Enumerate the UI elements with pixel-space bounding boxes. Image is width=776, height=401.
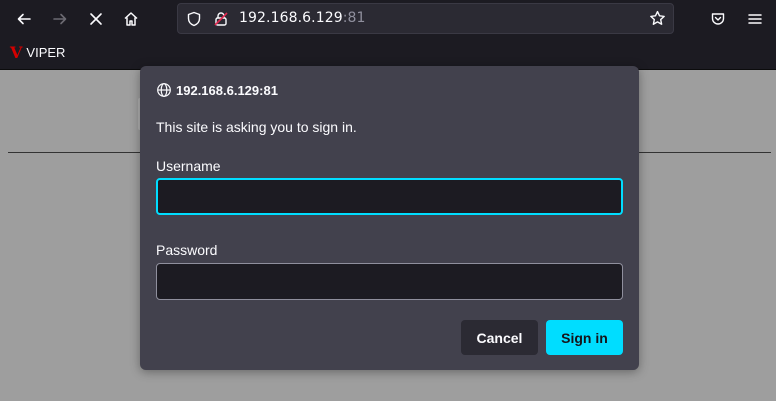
globe-icon xyxy=(157,83,171,97)
arrow-left-icon xyxy=(17,13,31,25)
star-icon[interactable] xyxy=(649,10,666,31)
username-input[interactable] xyxy=(156,178,623,215)
cancel-button[interactable]: Cancel xyxy=(461,320,538,355)
arrow-right-icon xyxy=(53,13,67,25)
menu-button[interactable] xyxy=(741,5,769,33)
dialog-origin: 192.168.6.129:81 xyxy=(156,82,278,98)
password-input[interactable] xyxy=(156,263,623,300)
bookmark-label: VIPER xyxy=(26,45,66,60)
stop-button[interactable] xyxy=(82,5,110,33)
pocket-icon xyxy=(711,13,725,25)
hamburger-menu-icon xyxy=(748,14,762,24)
pocket-button[interactable] xyxy=(704,5,732,33)
sign-in-button[interactable]: Sign in xyxy=(546,320,623,355)
url-text[interactable]: 192.168.6.129:81 xyxy=(239,10,366,26)
password-label: Password xyxy=(156,242,218,258)
dialog-message: This site is asking you to sign in. xyxy=(156,119,357,135)
bookmark-viper[interactable]: V VIPER xyxy=(10,45,65,61)
forward-button[interactable] xyxy=(46,5,74,33)
username-label: Username xyxy=(156,158,221,174)
url-host: 192.168.6.129 xyxy=(239,10,343,26)
browser-toolbar: 192.168.6.129:81 xyxy=(0,0,776,38)
close-icon xyxy=(90,13,102,25)
shield-icon[interactable] xyxy=(186,11,202,31)
dialog-origin-text: 192.168.6.129:81 xyxy=(176,82,278,98)
viper-logo-icon: V xyxy=(10,43,23,62)
auth-dialog: 192.168.6.129:81 This site is asking you… xyxy=(140,66,639,370)
home-button[interactable] xyxy=(117,5,145,33)
url-bar[interactable]: 192.168.6.129:81 xyxy=(177,3,674,34)
back-button[interactable] xyxy=(10,5,38,33)
insecure-lock-icon[interactable] xyxy=(213,11,229,31)
home-icon xyxy=(124,12,138,26)
url-port: :81 xyxy=(342,10,366,26)
